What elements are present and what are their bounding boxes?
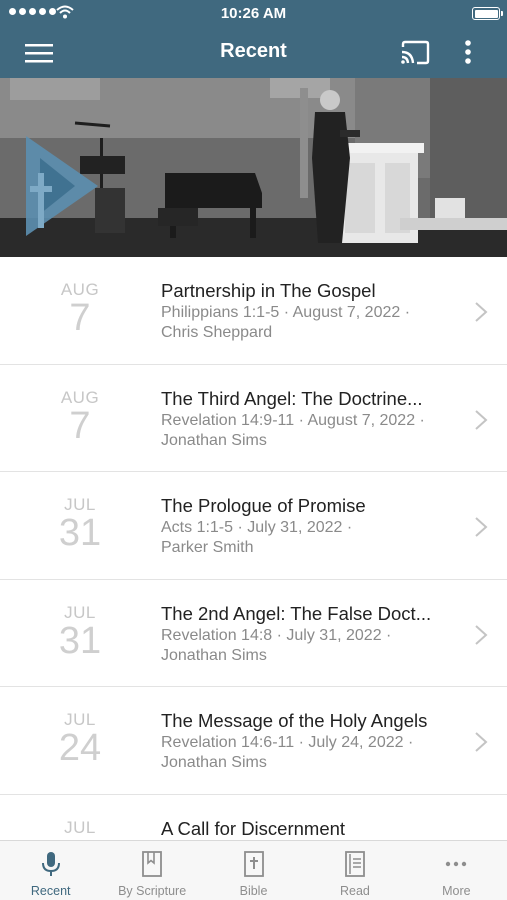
sermon-meta: Revelation 14:9-11 · August 7, 2022 · <box>161 411 425 429</box>
chevron-right-icon <box>475 624 488 645</box>
microphone-icon <box>41 852 60 876</box>
tab-more[interactable]: More <box>406 841 507 900</box>
chevron-right-icon <box>475 732 488 752</box>
tab-recent[interactable]: Recent <box>0 841 101 900</box>
hero-banner-image <box>0 78 507 257</box>
status-bar: 10:26 AM <box>0 0 507 28</box>
tab-bible[interactable]: Bible <box>203 841 304 900</box>
list-item[interactable]: JUL 31 The Prologue of Promise Acts 1:1-… <box>0 472 507 580</box>
vertical-ellipsis-icon[interactable] <box>458 38 478 68</box>
sermon-meta: Revelation 14:8 · July 31, 2022 · <box>161 626 392 644</box>
sermon-speaker: Jonathan Sims <box>161 646 267 664</box>
cast-icon[interactable] <box>400 40 430 66</box>
sermon-speaker: Jonathan Sims <box>161 431 267 449</box>
bible-icon <box>243 851 264 877</box>
sermon-title: The Prologue of Promise <box>161 495 366 516</box>
status-time: 10:26 AM <box>220 5 287 22</box>
date-day: 7 <box>69 297 91 339</box>
sermon-speaker: Chris Sheppard <box>161 324 273 341</box>
tab-label: By Scripture <box>118 884 187 898</box>
sermon-photo <box>0 78 507 257</box>
list-item[interactable]: AUG 7 Partnership in The Gospel Philippi… <box>0 257 507 365</box>
chevron-right-icon <box>475 517 488 537</box>
bookmark-icon <box>142 851 163 877</box>
nav-bar: Recent <box>0 28 507 78</box>
date-day: 31 <box>58 619 102 662</box>
sermon-meta: Acts 1:1-5 · July 31, 2022 · <box>161 519 353 536</box>
sermon-title: The Third Angel: The Doctrine... <box>161 387 423 409</box>
sermon-speaker: Parker Smith <box>161 539 254 556</box>
chevron-right-icon <box>475 409 488 430</box>
more-dots-icon <box>446 861 467 867</box>
sermon-meta: Revelation 14:6-11 · July 24, 2022 · <box>161 734 414 751</box>
page-title: Recent <box>220 40 287 62</box>
list-item[interactable]: JUL A Call for Discernment <box>0 794 507 840</box>
book-open-icon <box>345 851 365 877</box>
tab-label: Recent <box>30 884 71 898</box>
list-item[interactable]: JUL 24 The Message of the Holy Angels Re… <box>0 687 507 795</box>
list-item[interactable]: AUG 7 The Third Angel: The Doctrine... R… <box>0 364 507 472</box>
date-day: 7 <box>69 404 91 447</box>
sermon-title: Partnership in The Gospel <box>161 280 376 301</box>
sermon-meta: Philippians 1:1-5 · August 7, 2022 · <box>161 304 411 321</box>
tab-label: Read <box>339 884 370 898</box>
tab-bar: Recent By Scripture Bible Read More <box>0 840 507 900</box>
sermon-list: AUG 7 Partnership in The Gospel Philippi… <box>0 257 507 840</box>
battery-icon <box>472 7 503 20</box>
tab-by-scripture[interactable]: By Scripture <box>101 841 202 900</box>
tab-label: Bible <box>239 884 268 898</box>
tab-read[interactable]: Read <box>304 841 405 900</box>
chevron-right-icon <box>475 302 488 322</box>
date-day: 31 <box>58 512 102 554</box>
list-item[interactable]: JUL 31 The 2nd Angel: The False Doct... … <box>0 579 507 687</box>
sermon-title: The 2nd Angel: The False Doct... <box>161 602 432 624</box>
sermon-speaker: Jonathan Sims <box>161 754 267 771</box>
date-month: JUL <box>64 817 96 837</box>
date-day: 24 <box>58 727 102 769</box>
tab-label: More <box>442 884 471 898</box>
sermon-title: A Call for Discernment <box>161 817 346 839</box>
sermon-title: The Message of the Holy Angels <box>161 710 428 731</box>
